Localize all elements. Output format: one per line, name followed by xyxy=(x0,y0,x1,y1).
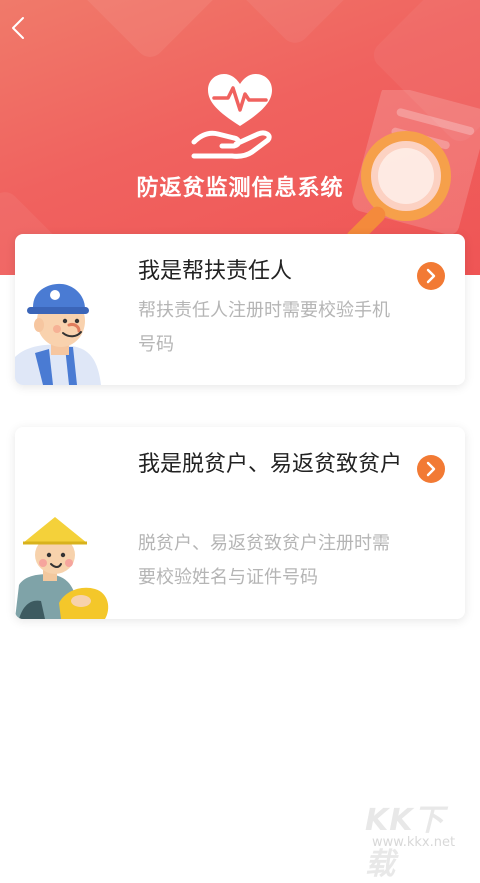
card-title: 我是帮扶责任人 xyxy=(138,259,293,284)
farmer-avatar xyxy=(15,517,109,619)
card-title: 我是脱贫户、易返贫致贫户 xyxy=(138,452,403,477)
decor-diamond xyxy=(231,0,359,49)
card-household[interactable]: 我是脱贫户、易返贫致贫户 脱贫户、易返贫致贫户注册时需要校验姓名与证件号码 xyxy=(15,427,465,619)
watermark-url: www.kkx.net xyxy=(372,835,456,850)
chevron-left-icon xyxy=(12,17,24,39)
helper-avatar xyxy=(15,283,101,385)
card-helper[interactable]: 我是帮扶责任人 帮扶责任人注册时需要校验手机号码 xyxy=(15,234,465,385)
heart-hand-icon xyxy=(191,74,272,159)
chevron-right-circle-icon[interactable] xyxy=(417,262,445,290)
card-description: 脱贫户、易返贫致贫户注册时需要校验姓名与证件号码 xyxy=(138,533,390,588)
card-description: 帮扶责任人注册时需要校验手机号码 xyxy=(138,300,390,355)
back-button[interactable] xyxy=(6,14,34,42)
magnifier-illustration xyxy=(346,90,480,240)
decor-diamond xyxy=(72,0,228,63)
chevron-right-circle-icon[interactable] xyxy=(417,455,445,483)
watermark: KK下载 www.kkx.net xyxy=(360,795,475,882)
